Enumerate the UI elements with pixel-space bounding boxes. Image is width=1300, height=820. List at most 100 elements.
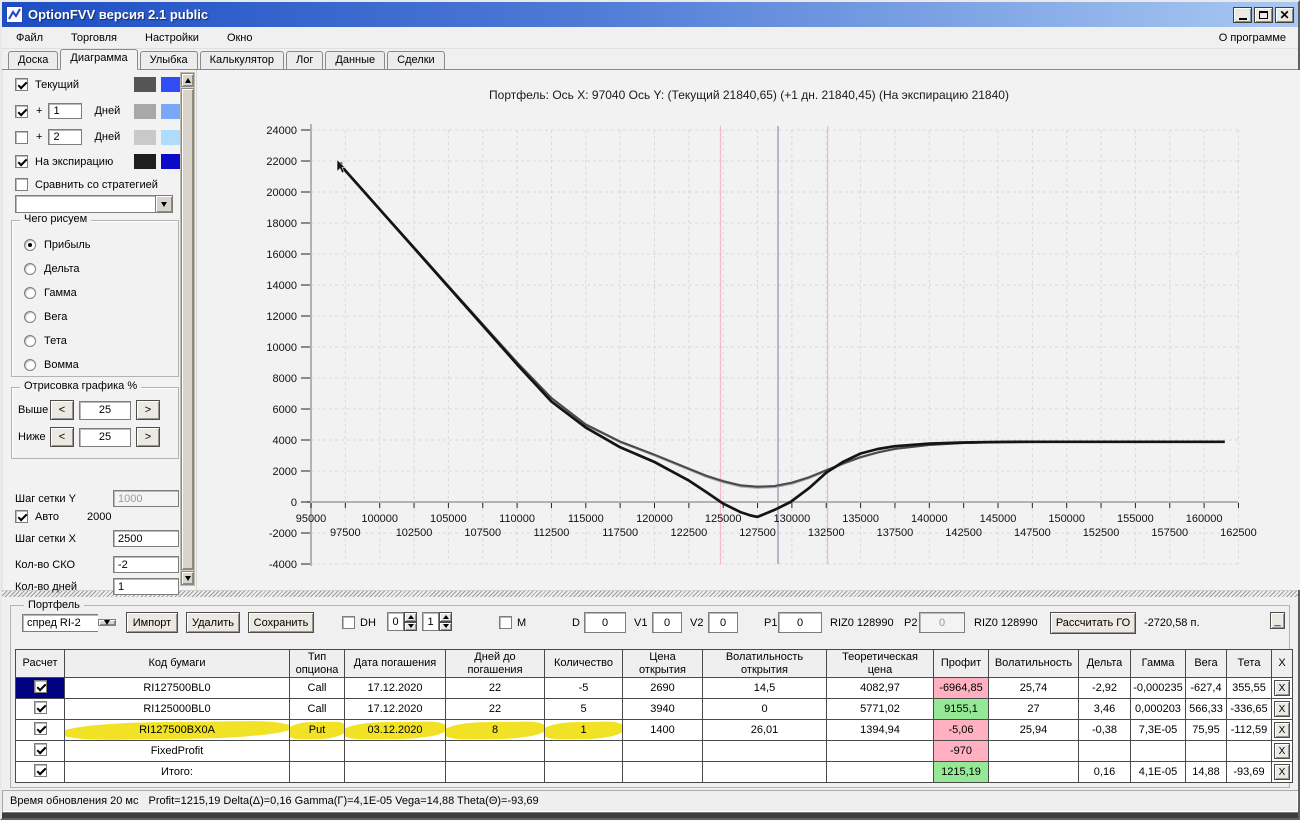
spin-up-icon[interactable] bbox=[439, 612, 452, 622]
sidebar-scrollbar[interactable] bbox=[180, 72, 195, 586]
column-header-code[interactable]: Код бумаги bbox=[64, 649, 290, 678]
above-percent-input[interactable] bbox=[79, 400, 131, 420]
collapse-panel-button[interactable]: _ bbox=[1270, 612, 1285, 629]
row-delete-button[interactable]: X bbox=[1274, 764, 1290, 780]
title-bar[interactable]: OptionFVV версия 2.1 public ✕ bbox=[2, 2, 1298, 27]
auto-grid-checkbox[interactable] bbox=[15, 510, 28, 523]
profit-chart[interactable]: 2400022000200001800016000140001200010000… bbox=[197, 70, 1300, 590]
legend-checkbox-expiration[interactable] bbox=[15, 155, 28, 168]
row-calc-checkbox[interactable] bbox=[33, 743, 47, 756]
days-input-plus-2-days[interactable] bbox=[48, 129, 83, 145]
row-delete-button[interactable]: X bbox=[1274, 680, 1290, 696]
row-delete-button[interactable]: X bbox=[1274, 722, 1290, 738]
column-header-gamma[interactable]: Гамма bbox=[1130, 649, 1186, 678]
radio-gamma[interactable] bbox=[24, 287, 36, 299]
tab-diagram[interactable]: Диаграмма bbox=[60, 49, 138, 70]
column-header-option-type[interactable]: Тип опциона bbox=[289, 649, 345, 678]
column-header-quantity[interactable]: Количество bbox=[544, 649, 623, 678]
radio-theta[interactable] bbox=[24, 335, 36, 347]
above-increase-button[interactable]: > bbox=[136, 400, 160, 420]
close-button[interactable]: ✕ bbox=[1275, 6, 1294, 23]
spin-down-icon[interactable] bbox=[404, 621, 417, 631]
radio-vomma[interactable] bbox=[24, 359, 36, 371]
days-count-input[interactable] bbox=[113, 578, 179, 595]
above-decrease-button[interactable]: < bbox=[50, 400, 74, 420]
scroll-down-icon[interactable] bbox=[181, 571, 194, 585]
column-header-days-to-expiry[interactable]: Дней до погашения bbox=[445, 649, 545, 678]
column-header-expiry-date[interactable]: Дата погашения bbox=[344, 649, 446, 678]
column-header-profit[interactable]: Профит bbox=[933, 649, 989, 678]
column-header-theta[interactable]: Тета bbox=[1226, 649, 1272, 678]
v1-input[interactable] bbox=[652, 612, 682, 633]
strategy-select[interactable] bbox=[15, 195, 173, 213]
tab-smile[interactable]: Улыбка bbox=[139, 51, 198, 69]
below-percent-input[interactable] bbox=[79, 427, 131, 447]
radio-profit[interactable] bbox=[24, 239, 36, 251]
menu-item-trading[interactable]: Торговля bbox=[57, 29, 131, 47]
maximize-button[interactable] bbox=[1254, 6, 1273, 23]
minimize-button[interactable] bbox=[1233, 6, 1252, 23]
days-input-plus-1-day[interactable] bbox=[48, 103, 83, 119]
column-header-delete[interactable]: X bbox=[1271, 649, 1293, 678]
below-increase-button[interactable]: > bbox=[136, 427, 160, 447]
column-header-delta[interactable]: Дельта bbox=[1078, 649, 1131, 678]
draw-option-profit[interactable]: Прибыль bbox=[24, 239, 91, 251]
spin-down-icon[interactable] bbox=[439, 621, 452, 631]
legend-checkbox-plus-1-day[interactable] bbox=[15, 104, 28, 118]
menu-item-about[interactable]: О программе bbox=[1219, 32, 1298, 44]
sko-count-input[interactable] bbox=[113, 556, 179, 573]
chevron-down-icon[interactable] bbox=[98, 619, 116, 626]
column-header-open-volatility[interactable]: Волатильность открытия bbox=[702, 649, 827, 678]
menu-item-file[interactable]: Файл bbox=[2, 29, 57, 47]
d-input[interactable] bbox=[584, 612, 626, 633]
calculate-go-button[interactable]: Рассчитать ГО bbox=[1050, 612, 1136, 634]
legend-checkbox-plus-2-days[interactable] bbox=[15, 130, 28, 144]
column-header-vega[interactable]: Вега bbox=[1185, 649, 1227, 678]
row-calc-checkbox[interactable] bbox=[33, 701, 47, 714]
scrollbar-thumb[interactable] bbox=[181, 88, 194, 570]
scroll-up-icon[interactable] bbox=[181, 73, 194, 87]
row-delete-button[interactable]: X bbox=[1274, 743, 1290, 759]
draw-option-theta[interactable]: Тета bbox=[24, 335, 67, 347]
menu-item-settings[interactable]: Настройки bbox=[131, 29, 213, 47]
column-header-theoretical-price[interactable]: Теоретическая цена bbox=[826, 649, 934, 678]
draw-option-gamma[interactable]: Гамма bbox=[24, 287, 77, 299]
row-calc-checkbox[interactable] bbox=[33, 764, 47, 777]
menu-item-window[interactable]: Окно bbox=[213, 29, 267, 47]
m-checkbox[interactable] bbox=[499, 616, 512, 629]
delete-button[interactable]: Удалить bbox=[186, 612, 240, 633]
spin-up-icon[interactable] bbox=[404, 612, 417, 622]
below-decrease-button[interactable]: < bbox=[50, 427, 74, 447]
p1-input[interactable] bbox=[778, 612, 822, 633]
grid-step-x-input[interactable] bbox=[113, 530, 179, 547]
tab-board[interactable]: Доска bbox=[8, 51, 59, 69]
tab-calculator[interactable]: Калькулятор bbox=[199, 51, 285, 69]
legend-checkbox-current[interactable] bbox=[15, 78, 28, 91]
expiry-date-cell: 17.12.2020 bbox=[344, 698, 446, 720]
compare-strategy-checkbox[interactable] bbox=[15, 178, 28, 191]
radio-delta[interactable] bbox=[24, 263, 36, 275]
dh-spinner-1[interactable]: 0 bbox=[387, 612, 417, 631]
import-button[interactable]: Импорт bbox=[126, 612, 178, 633]
draw-option-delta[interactable]: Дельта bbox=[24, 263, 80, 275]
radio-vega[interactable] bbox=[24, 311, 36, 323]
v2-input[interactable] bbox=[708, 612, 738, 633]
draw-option-vega[interactable]: Вега bbox=[24, 311, 67, 323]
save-button[interactable]: Сохранить bbox=[248, 612, 314, 633]
portfolio-preset-select[interactable]: спред RI-2 bbox=[22, 612, 116, 633]
tab-data[interactable]: Данные bbox=[325, 51, 386, 69]
draw-option-vomma[interactable]: Вомма bbox=[24, 359, 79, 371]
chevron-down-icon[interactable] bbox=[155, 195, 173, 213]
tab-trades[interactable]: Сделки bbox=[387, 51, 445, 69]
row-calc-checkbox[interactable] bbox=[33, 722, 47, 735]
horizontal-splitter[interactable] bbox=[2, 590, 1298, 597]
svg-text:6000: 6000 bbox=[273, 404, 297, 416]
dh-spinner-2[interactable]: 1 bbox=[422, 612, 452, 631]
tab-log[interactable]: Лог bbox=[286, 51, 324, 69]
column-header-volatility[interactable]: Волатильность bbox=[988, 649, 1079, 678]
row-calc-checkbox[interactable] bbox=[33, 680, 47, 693]
row-delete-button[interactable]: X bbox=[1274, 701, 1290, 717]
column-header-open-price[interactable]: Цена открытия bbox=[622, 649, 703, 678]
dh-checkbox[interactable] bbox=[342, 616, 355, 629]
column-header-calc[interactable]: Расчет bbox=[15, 649, 65, 678]
